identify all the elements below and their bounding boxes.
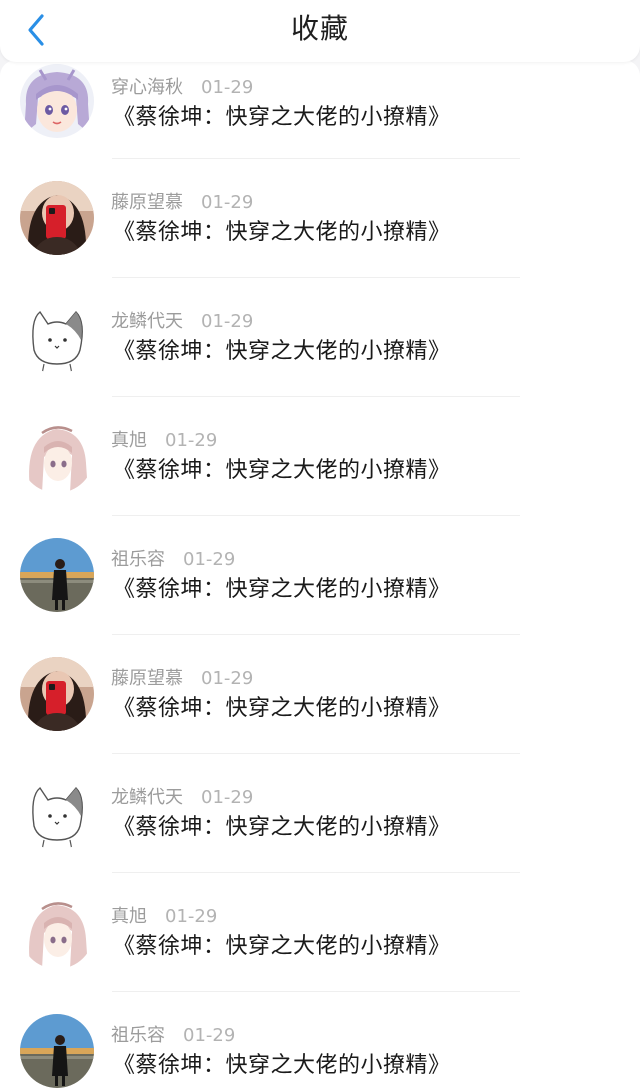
avatar[interactable] [20,300,94,374]
post-date: 01-29 [201,77,254,98]
username[interactable]: 祖乐容 [111,1025,165,1046]
divider [112,991,520,992]
divider [112,753,520,754]
post-date: 01-29 [183,1025,236,1046]
avatar[interactable] [20,538,94,612]
divider [112,158,520,159]
nav-bar: 收藏 [0,0,640,62]
list-item[interactable]: 真旭 01-29 《蔡徐坤：快穿之大佬的小撩精》 [0,419,640,542]
avatar[interactable] [20,419,94,493]
divider [112,634,520,635]
post-date: 01-29 [201,668,254,689]
avatar[interactable] [20,657,94,731]
favorites-list: 穿心海秋 01-29 《蔡徐坤：快穿之大佬的小撩精》 藤原望慕 01-29 《蔡徐坤… [0,60,640,1089]
post-title[interactable]: 《蔡徐坤：快穿之大佬的小撩精》 [113,1048,451,1084]
username[interactable]: 真旭 [111,906,147,927]
username[interactable]: 藤原望慕 [111,192,183,213]
avatar[interactable] [20,181,94,255]
list-item[interactable]: 藤原望慕 01-29 《蔡徐坤：快穿之大佬的小撩精》 [0,657,640,780]
post-date: 01-29 [201,192,254,213]
post-date: 01-29 [165,430,218,451]
item-meta: 藤原望慕 01-29 [111,189,253,217]
username[interactable]: 真旭 [111,430,147,451]
post-title[interactable]: 《蔡徐坤：快穿之大佬的小撩精》 [113,453,451,489]
username[interactable]: 龙鳞代天 [111,787,183,808]
post-title[interactable]: 《蔡徐坤：快穿之大佬的小撩精》 [113,572,451,608]
item-meta: 穿心海秋 01-29 [111,74,253,102]
avatar[interactable] [20,895,94,969]
item-meta: 真旭 01-29 [111,903,217,931]
post-title[interactable]: 《蔡徐坤：快穿之大佬的小撩精》 [113,810,451,846]
list-item[interactable]: 龙鳞代天 01-29 《蔡徐坤：快穿之大佬的小撩精》 [0,300,640,423]
username[interactable]: 藤原望慕 [111,668,183,689]
list-item[interactable]: 穿心海秋 01-29 《蔡徐坤：快穿之大佬的小撩精》 [0,64,640,185]
list-item[interactable]: 藤原望慕 01-29 《蔡徐坤：快穿之大佬的小撩精》 [0,181,640,304]
item-meta: 藤原望慕 01-29 [111,665,253,693]
item-meta: 祖乐容 01-29 [111,546,235,574]
divider [112,396,520,397]
post-date: 01-29 [165,906,218,927]
list-item[interactable]: 祖乐容 01-29 《蔡徐坤：快穿之大佬的小撩精》 [0,1014,640,1089]
list-item[interactable]: 真旭 01-29 《蔡徐坤：快穿之大佬的小撩精》 [0,895,640,1018]
post-title[interactable]: 《蔡徐坤：快穿之大佬的小撩精》 [113,691,451,727]
divider [112,872,520,873]
username[interactable]: 祖乐容 [111,549,165,570]
post-title[interactable]: 《蔡徐坤：快穿之大佬的小撩精》 [113,929,451,965]
item-meta: 祖乐容 01-29 [111,1022,235,1050]
avatar[interactable] [20,64,94,138]
post-title[interactable]: 《蔡徐坤：快穿之大佬的小撩精》 [113,100,451,136]
item-meta: 真旭 01-29 [111,427,217,455]
divider [112,515,520,516]
item-meta: 龙鳞代天 01-29 [111,308,253,336]
username[interactable]: 穿心海秋 [111,77,183,98]
post-title[interactable]: 《蔡徐坤：快穿之大佬的小撩精》 [113,334,451,370]
page-title: 收藏 [290,12,349,45]
post-date: 01-29 [201,787,254,808]
post-title[interactable]: 《蔡徐坤：快穿之大佬的小撩精》 [113,215,451,251]
list-item[interactable]: 祖乐容 01-29 《蔡徐坤：快穿之大佬的小撩精》 [0,538,640,661]
list-item[interactable]: 龙鳞代天 01-29 《蔡徐坤：快穿之大佬的小撩精》 [0,776,640,899]
avatar[interactable] [20,1014,94,1088]
avatar[interactable] [20,776,94,850]
username[interactable]: 龙鳞代天 [111,311,183,332]
post-date: 01-29 [183,549,236,570]
post-date: 01-29 [201,311,254,332]
divider [112,277,520,278]
item-meta: 龙鳞代天 01-29 [111,784,253,812]
